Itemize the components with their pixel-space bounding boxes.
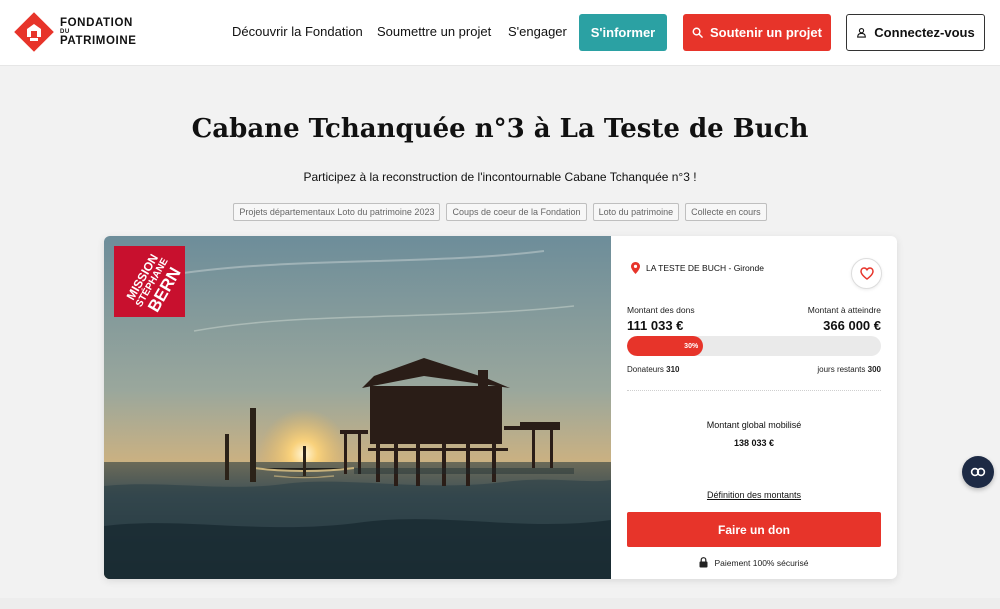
global-amount-label: Montant global mobilisé xyxy=(706,420,802,430)
panel-divider xyxy=(627,390,881,391)
raised-amount: 111 033 € xyxy=(627,318,684,333)
mission-bern-badge: MISSION STÉPHANE BERN xyxy=(114,246,185,317)
days-label: jours restants xyxy=(817,365,866,374)
site-header: FONDATION DU PATRIMOINE Découvrir la Fon… xyxy=(0,0,1000,66)
lock-icon xyxy=(699,557,708,568)
heart-icon xyxy=(859,267,874,280)
secure-payment-note: Paiement 100% sécurisé xyxy=(611,557,897,568)
days-value: 300 xyxy=(867,365,881,374)
sinformer-label: S'informer xyxy=(590,25,656,40)
login-label: Connectez-vous xyxy=(874,25,975,40)
nav-engager[interactable]: S'engager xyxy=(508,24,567,39)
project-photo: MISSION STÉPHANE BERN xyxy=(104,236,611,579)
page-subtitle: Participez à la reconstruction de l'inco… xyxy=(303,170,697,184)
map-pin-icon xyxy=(631,262,640,274)
progress-fill: 30% xyxy=(627,336,704,356)
project-tags: Projets départementaux Loto du patrimoin… xyxy=(0,203,1000,221)
sinformer-button[interactable]: S'informer xyxy=(579,14,667,51)
location-text: LA TESTE DE BUCH - Gironde xyxy=(646,263,764,273)
nav-soumettre[interactable]: Soumettre un projet xyxy=(377,24,491,39)
project-location: LA TESTE DE BUCH - Gironde xyxy=(631,262,764,274)
nav-decouvrir[interactable]: Découvrir la Fondation xyxy=(232,24,363,39)
definition-montants-link[interactable]: Définition des montants xyxy=(611,490,897,500)
funding-progress-bar: 30% xyxy=(627,336,881,356)
tag-loto[interactable]: Loto du patrimoine xyxy=(592,203,680,221)
tag-collecte[interactable]: Collecte en cours xyxy=(685,203,767,221)
login-button[interactable]: Connectez-vous xyxy=(846,14,985,51)
chat-icon xyxy=(970,467,986,477)
goal-label: Montant à atteindre xyxy=(807,305,881,315)
tag-coups-de-coeur[interactable]: Coups de coeur de la Fondation xyxy=(446,203,587,221)
soutenir-label: Soutenir un projet xyxy=(710,25,822,40)
secure-text: Paiement 100% sécurisé xyxy=(714,557,809,568)
logo-wordmark: FONDATION DU PATRIMOINE xyxy=(60,16,137,47)
global-amount-value: 138 033 € xyxy=(733,438,775,448)
badge-text: MISSION STÉPHANE BERN xyxy=(116,246,185,317)
logo-line1: FONDATION xyxy=(60,16,133,29)
soutenir-projet-button[interactable]: Soutenir un projet xyxy=(683,14,831,51)
tag-loto-2023[interactable]: Projets départementaux Loto du patrimoin… xyxy=(233,203,441,221)
logo-line3: PATRIMOINE xyxy=(60,34,137,47)
chat-widget-button[interactable] xyxy=(962,456,994,488)
user-icon xyxy=(857,28,867,38)
donors-count: Donateurs 310 xyxy=(627,365,680,374)
progress-label: 30% xyxy=(684,342,699,350)
project-card: MISSION STÉPHANE BERN LA TESTE DE BUCH -… xyxy=(104,236,897,579)
page-bottom xyxy=(0,598,1000,609)
search-icon xyxy=(692,27,703,38)
goal-amount: 366 000 € xyxy=(823,318,881,333)
favorite-button[interactable] xyxy=(851,258,882,289)
logo-mark-icon xyxy=(14,12,54,52)
days-remaining: jours restants 300 xyxy=(817,365,881,374)
donors-label: Donateurs xyxy=(627,365,664,374)
raised-label: Montant des dons xyxy=(627,305,695,315)
faire-un-don-button[interactable]: Faire un don xyxy=(627,512,881,547)
donors-value: 310 xyxy=(666,365,680,374)
donation-panel: LA TESTE DE BUCH - Gironde Montant des d… xyxy=(611,236,897,579)
page-title: Cabane Tchanquée n°3 à La Teste de Buch xyxy=(191,114,809,144)
fondation-logo[interactable]: FONDATION DU PATRIMOINE xyxy=(14,12,137,52)
